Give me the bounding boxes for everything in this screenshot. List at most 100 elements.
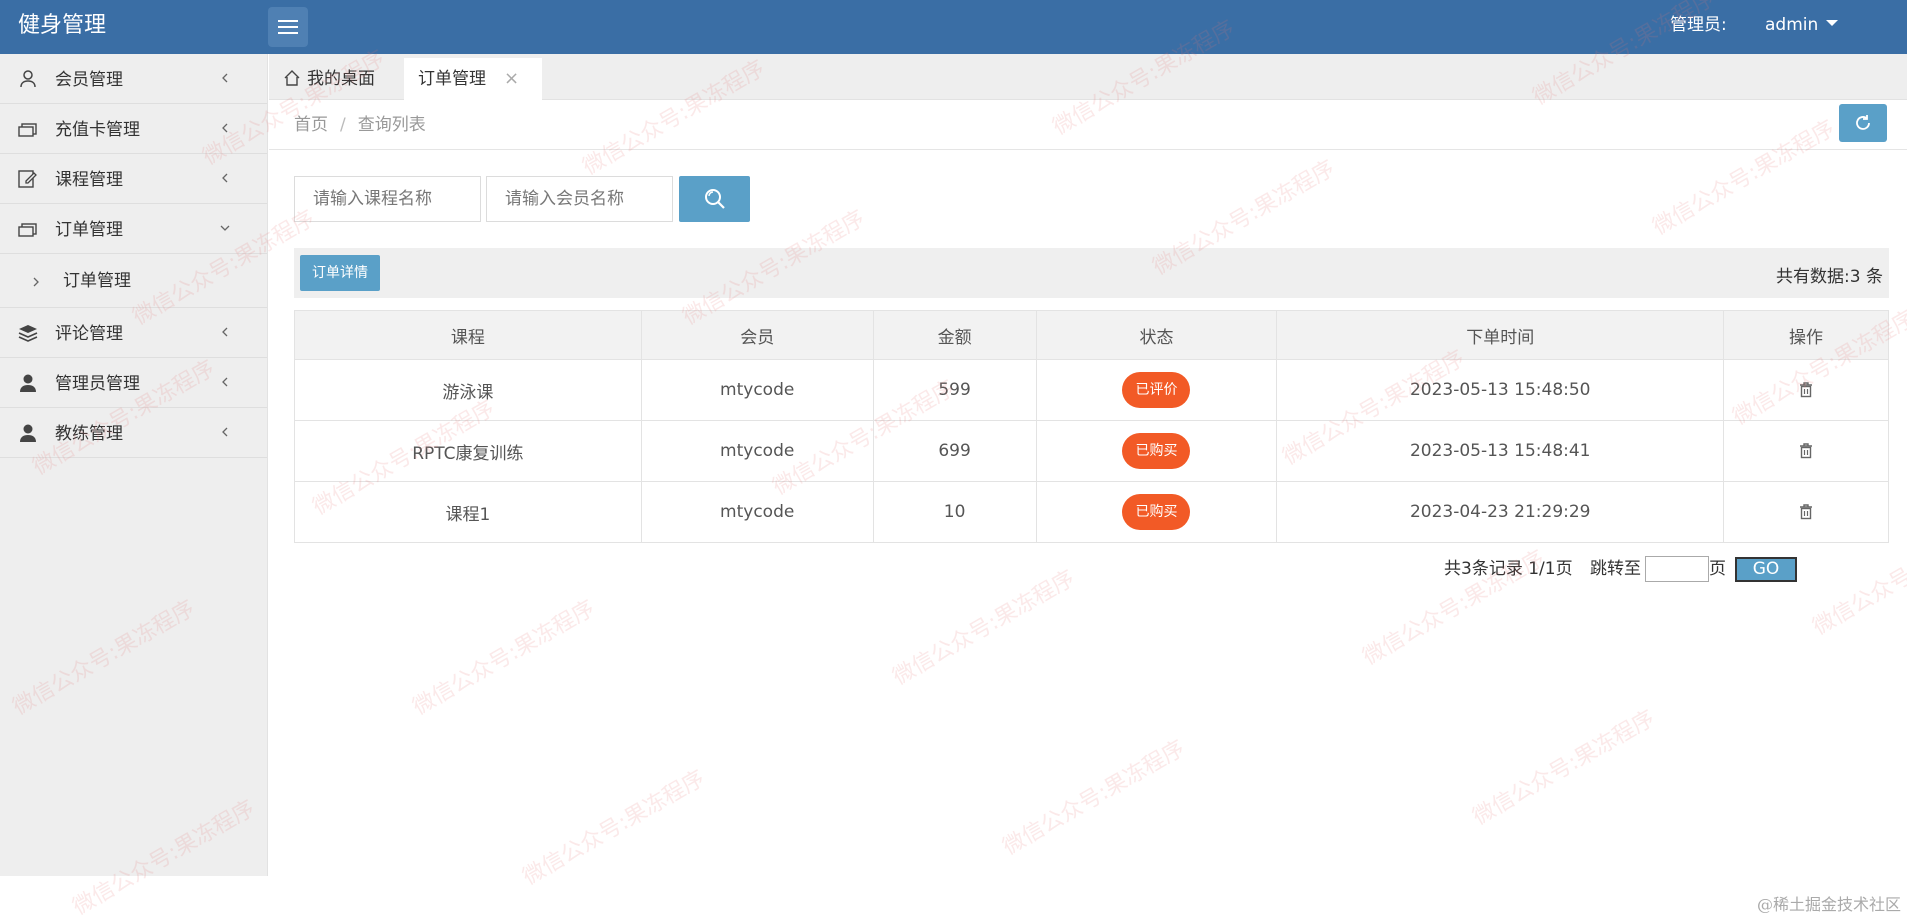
admin-user-dropdown[interactable]: admin xyxy=(1765,0,1839,50)
cell-actions xyxy=(1723,481,1889,543)
trash-icon[interactable] xyxy=(1799,443,1813,459)
cell-time: 2023-04-23 21:29:29 xyxy=(1276,481,1725,543)
cell-course: 游泳课 xyxy=(294,359,642,421)
total-count: 共有数据:3 条 xyxy=(1776,267,1883,287)
tab-orders[interactable]: 订单管理 × xyxy=(404,58,542,100)
sidebar-item-admins[interactable]: 管理员管理 xyxy=(0,358,267,408)
cell-actions xyxy=(1723,420,1889,482)
cell-actions xyxy=(1723,359,1889,421)
pager-info: 共3条记录 1/1页 xyxy=(1444,559,1573,579)
search-button[interactable] xyxy=(679,176,750,222)
top-header: 健身管理 管理员: admin xyxy=(0,0,1907,54)
sidebar-item-courses[interactable]: 课程管理 xyxy=(0,154,267,204)
cell-amount: 699 xyxy=(872,420,1037,482)
watermark: 微信公众号:果冻程序 xyxy=(998,735,1190,861)
tab-home[interactable]: 我的桌面 xyxy=(269,58,389,100)
chevron-left-icon xyxy=(222,73,228,83)
menu-icon xyxy=(278,20,298,34)
status-badge: 已购买 xyxy=(1122,494,1191,530)
sidebar-item-label: 会员管理 xyxy=(55,70,123,90)
cell-time: 2023-05-13 15:48:50 xyxy=(1276,359,1725,421)
trash-icon[interactable] xyxy=(1799,504,1813,520)
cell-member: mtycode xyxy=(640,420,874,482)
chevron-left-icon xyxy=(222,427,228,437)
cell-status: 已购买 xyxy=(1035,481,1278,543)
pager-unit-label: 页 xyxy=(1709,559,1726,579)
sidebar-item-label: 教练管理 xyxy=(55,424,123,444)
table-row: RPTC康复训练 mtycode 699 已购买 2023-05-13 15:4… xyxy=(294,420,1889,482)
menu-toggle-button[interactable] xyxy=(268,7,308,47)
app-title: 健身管理 xyxy=(18,13,107,38)
chevron-left-icon xyxy=(222,173,228,183)
sidebar-item-label: 评论管理 xyxy=(55,324,123,344)
breadcrumb-current: 查询列表 xyxy=(357,115,426,135)
caret-down-icon xyxy=(1826,20,1839,26)
card-icon xyxy=(18,123,37,137)
column-header-status: 状态 xyxy=(1035,310,1278,360)
table-row: 课程1 mtycode 10 已购买 2023-04-23 21:29:29 xyxy=(294,481,1889,543)
sidebar-item-comments[interactable]: 评论管理 xyxy=(0,308,267,358)
cell-member: mtycode xyxy=(640,481,874,543)
admin-username: admin xyxy=(1765,15,1819,35)
user-icon xyxy=(20,70,36,88)
search-icon xyxy=(704,189,725,209)
cell-status: 已评价 xyxy=(1035,359,1278,421)
column-header-member: 会员 xyxy=(640,310,874,360)
refresh-icon xyxy=(1856,115,1870,130)
orders-table: 课程 会员 金额 状态 下单时间 操作 游泳课 mtycode 599 已评价 … xyxy=(294,310,1889,543)
home-icon xyxy=(284,70,300,86)
admin-label: 管理员: xyxy=(1670,15,1727,35)
column-header-actions: 操作 xyxy=(1723,310,1889,360)
breadcrumb-separator: / xyxy=(340,115,346,135)
course-name-input[interactable] xyxy=(294,176,481,222)
column-header-course: 课程 xyxy=(294,310,642,360)
sidebar-item-recharge-cards[interactable]: 充值卡管理 xyxy=(0,104,267,154)
edit-icon xyxy=(18,170,37,188)
person-icon xyxy=(20,424,36,442)
column-header-amount: 金额 xyxy=(872,310,1037,360)
table-header-row: 课程 会员 金额 状态 下单时间 操作 xyxy=(294,310,1889,360)
sidebar-item-label: 管理员管理 xyxy=(55,374,140,394)
cell-course: RPTC康复训练 xyxy=(294,420,642,482)
chevron-right-icon xyxy=(33,277,39,287)
chevron-left-icon xyxy=(222,377,228,387)
breadcrumb-home[interactable]: 首页 xyxy=(294,115,328,135)
sidebar-item-label: 订单管理 xyxy=(55,220,123,240)
sidebar-subitem-orders[interactable]: 订单管理 xyxy=(0,254,267,308)
page-number-input[interactable] xyxy=(1645,556,1709,582)
sidebar: 会员管理 充值卡管理 课程管理 订单管理 订单管理 评论管理 管理员管理 教练管… xyxy=(0,54,268,876)
table-toolbar: 订单详情 共有数据:3 条 xyxy=(294,248,1889,298)
sidebar-item-label: 课程管理 xyxy=(55,170,123,190)
sidebar-item-label: 充值卡管理 xyxy=(55,120,140,140)
card-icon xyxy=(18,223,37,237)
sidebar-item-orders[interactable]: 订单管理 xyxy=(0,204,267,254)
watermark: 微信公众号:果冻程序 xyxy=(518,765,710,891)
breadcrumb: 首页 / 查询列表 xyxy=(294,100,426,150)
tab-orders-label: 订单管理 xyxy=(418,69,486,89)
pager-jump-label: 跳转至 xyxy=(1590,559,1641,579)
status-badge: 已购买 xyxy=(1122,433,1191,469)
person-icon xyxy=(20,374,36,392)
watermark: 微信公众号:果冻程序 xyxy=(1468,705,1660,831)
cell-member: mtycode xyxy=(640,359,874,421)
chevron-left-icon xyxy=(222,327,228,337)
go-button[interactable]: GO xyxy=(1735,557,1797,582)
watermark: 微信公众号:果冻程序 xyxy=(408,595,600,721)
cell-amount: 599 xyxy=(872,359,1037,421)
breadcrumb-bar: 首页 / 查询列表 xyxy=(269,100,1907,150)
tab-home-label: 我的桌面 xyxy=(307,69,375,89)
status-badge: 已评价 xyxy=(1122,372,1191,408)
close-icon[interactable]: × xyxy=(504,68,519,89)
cell-course: 课程1 xyxy=(294,481,642,543)
sidebar-item-coaches[interactable]: 教练管理 xyxy=(0,408,267,458)
cell-amount: 10 xyxy=(872,481,1037,543)
table-row: 游泳课 mtycode 599 已评价 2023-05-13 15:48:50 xyxy=(294,359,1889,421)
order-detail-button[interactable]: 订单详情 xyxy=(300,255,380,291)
watermark: 微信公众号:果冻程序 xyxy=(888,565,1080,691)
cell-time: 2023-05-13 15:48:41 xyxy=(1276,420,1725,482)
refresh-button[interactable] xyxy=(1839,104,1887,142)
trash-icon[interactable] xyxy=(1799,382,1813,398)
member-name-input[interactable] xyxy=(486,176,673,222)
footer-watermark: @稀土掘金技术社区 xyxy=(1756,895,1901,914)
sidebar-item-members[interactable]: 会员管理 xyxy=(0,54,267,104)
